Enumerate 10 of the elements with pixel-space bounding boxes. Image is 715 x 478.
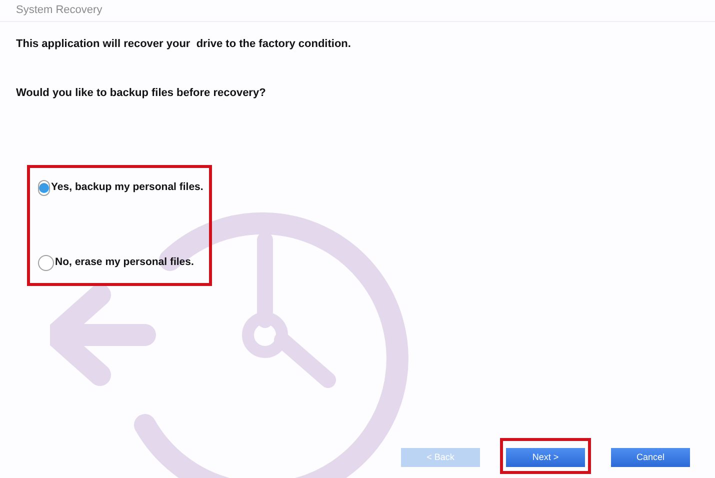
wizard-button[interactable]: Cancel bbox=[611, 448, 690, 468]
radio-label: Yes, backup my personal files. bbox=[51, 180, 204, 196]
wizard-button[interactable]: Next > bbox=[506, 448, 585, 468]
window-title: System Recovery bbox=[16, 3, 102, 18]
radio-button[interactable] bbox=[38, 255, 54, 271]
radio-button[interactable] bbox=[38, 180, 50, 196]
question-text: Would you like to backup files before recovery? bbox=[16, 86, 267, 100]
radio-label: No, erase my personal files. bbox=[55, 255, 194, 270]
clock-arrow-icon bbox=[50, 212, 408, 478]
intro-text: This application will recover your drive to the factory condition. bbox=[16, 37, 352, 52]
